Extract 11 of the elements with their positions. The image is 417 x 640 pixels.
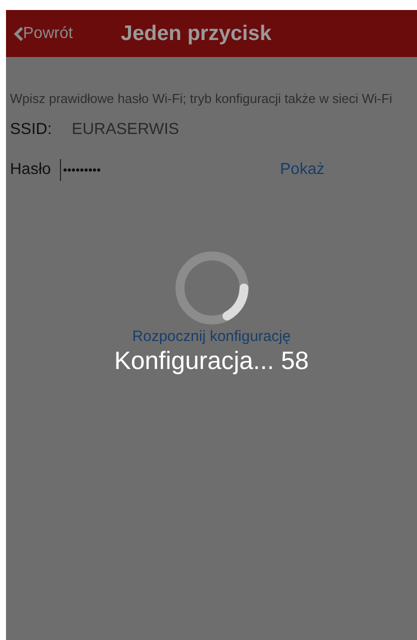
back-button[interactable]: Powrót [14, 22, 73, 46]
ssid-label: SSID: [10, 120, 52, 140]
show-password-link[interactable]: Pokaż [280, 158, 324, 182]
password-label: Hasło [10, 160, 52, 180]
ssid-value: EURASERWIS [72, 120, 180, 140]
screen-title: Jeden przycisk [120, 20, 272, 47]
password-field[interactable]: ••••••••• [60, 159, 210, 181]
start-configuration-link[interactable]: Rozpocznij konfigurację [132, 328, 291, 346]
progress-text: Konfiguracja... 58 [114, 346, 309, 376]
chevron-left-icon [14, 26, 23, 40]
instruction-text: Wpisz prawidłowe hasło Wi-Fi; tryb konfiguracji także w sieci Wi-Fi [10, 91, 394, 106]
